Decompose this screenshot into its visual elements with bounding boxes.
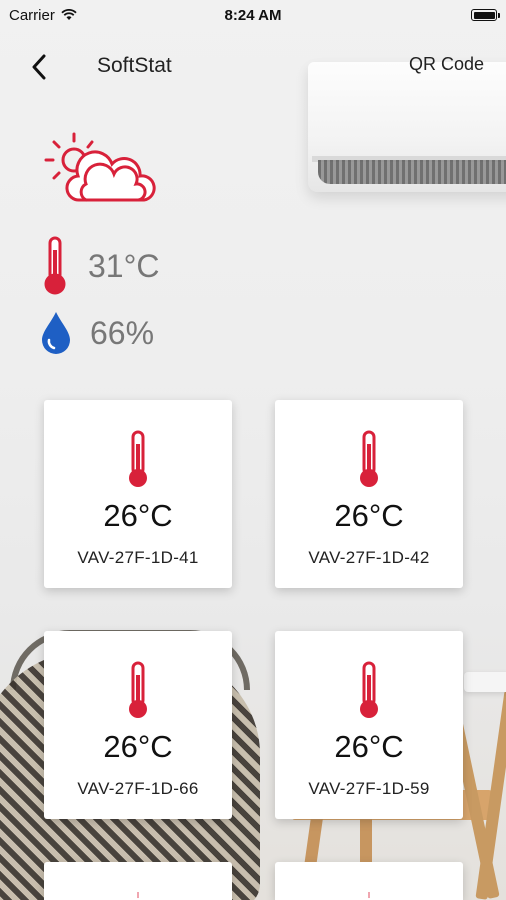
thermometer-icon xyxy=(44,236,66,295)
stool-image xyxy=(464,672,506,692)
nav-bar: SoftStat QR Code xyxy=(0,44,506,88)
device-card[interactable]: 26°C VAV-27F-1D-42 xyxy=(275,400,463,588)
device-card[interactable]: 26°C VAV-27F-1D-66 xyxy=(44,631,232,819)
chevron-left-icon xyxy=(32,54,46,80)
device-temperature: 26°C xyxy=(334,498,404,533)
thermometer-icon xyxy=(129,661,147,718)
back-button[interactable] xyxy=(22,50,56,84)
outdoor-temperature: 31°C xyxy=(40,236,160,296)
carrier-label: Carrier xyxy=(9,6,55,24)
device-card[interactable]: 26°C VAV-27F-1D-59 xyxy=(275,631,463,819)
device-card[interactable]: 26°C VAV-27F-1D-41 xyxy=(44,400,232,588)
device-temperature: 26°C xyxy=(334,729,404,764)
thermometer-icon xyxy=(368,892,370,899)
battery-icon xyxy=(471,9,500,21)
wifi-icon xyxy=(61,9,77,20)
status-bar: Carrier 8:24 AM xyxy=(0,0,506,30)
qr-code-button[interactable]: QR Code xyxy=(409,54,484,75)
device-name: VAV-27F-1D-66 xyxy=(77,779,199,798)
thermometer-icon xyxy=(137,892,139,899)
device-card-partial[interactable] xyxy=(44,862,232,900)
device-temperature: 26°C xyxy=(103,729,173,764)
sun-cloud-icon xyxy=(44,132,156,202)
outdoor-humidity: 66% xyxy=(40,310,154,356)
device-temperature: 26°C xyxy=(103,498,173,533)
thermometer-icon xyxy=(360,661,378,718)
outdoor-humidity-value: 66% xyxy=(90,314,155,351)
device-name: VAV-27F-1D-42 xyxy=(308,548,430,567)
thermometer-icon xyxy=(129,430,147,487)
device-card-partial[interactable] xyxy=(275,862,463,900)
thermometer-icon xyxy=(360,430,378,487)
device-name: VAV-27F-1D-41 xyxy=(77,548,199,567)
water-drop-icon xyxy=(42,312,70,354)
status-time: 8:24 AM xyxy=(224,6,282,24)
outdoor-temperature-value: 31°C xyxy=(88,247,160,284)
page-title: SoftStat xyxy=(97,54,172,77)
device-name: VAV-27F-1D-59 xyxy=(308,779,430,798)
air-conditioner-vent xyxy=(318,160,506,184)
